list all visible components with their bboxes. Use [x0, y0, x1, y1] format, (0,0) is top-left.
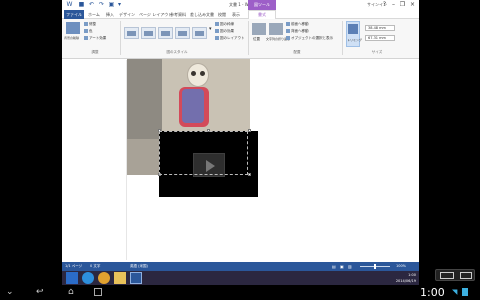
touch-mode-icon[interactable]: ▣ [108, 1, 115, 8]
recent-apps-icon[interactable] [94, 288, 102, 296]
remove-background-icon[interactable] [66, 22, 80, 34]
hide-icon[interactable]: ⌄ [6, 287, 20, 297]
group-divider [248, 21, 249, 55]
bring-forward-button[interactable]: 前面へ移動 [286, 22, 309, 27]
height-field[interactable]: 38.48 mm [365, 25, 395, 31]
remove-background-button[interactable]: 背景の削除 [64, 36, 79, 41]
resize-handle[interactable] [248, 173, 251, 176]
wifi-icon: ◥ [452, 288, 458, 296]
selection-outline [159, 131, 248, 175]
border-icon [215, 22, 219, 26]
context-group-label: 図ツール [248, 0, 276, 10]
corrections-icon [84, 22, 88, 26]
read-mode-icon[interactable]: ▤ [332, 262, 336, 271]
minimize-button[interactable]: – [389, 1, 398, 9]
save-icon[interactable]: ■ [78, 1, 85, 8]
style-thumb[interactable] [175, 27, 190, 39]
back-icon[interactable]: ↩ [36, 287, 52, 297]
style-thumb[interactable] [124, 27, 139, 39]
tab-design[interactable]: デザイン [119, 10, 135, 19]
print-layout-icon[interactable]: ▣ [340, 262, 344, 271]
color-button[interactable]: 色 [84, 29, 93, 34]
zoom-level[interactable]: 100% [396, 262, 406, 271]
crop-icon [348, 24, 358, 34]
position-button[interactable]: 位置 [253, 37, 260, 42]
send-backward-button[interactable]: 背面へ移動 [286, 29, 309, 34]
tab-format[interactable]: 書式 [248, 10, 276, 19]
style-thumb[interactable] [192, 27, 207, 39]
tab-page-layout[interactable]: ページ レイアウト [139, 10, 172, 19]
skull-eye [200, 71, 205, 76]
position-icon[interactable] [252, 23, 266, 35]
crop-label: トリミング [347, 38, 363, 42]
picture-border-button[interactable]: 図の枠線 [215, 22, 234, 27]
word-logo-icon: W [66, 1, 73, 8]
language-indicator[interactable]: 英語 (米国) [130, 262, 148, 271]
explorer-icon[interactable] [114, 272, 126, 284]
tray-date: 2014/06/19 [395, 279, 416, 283]
tab-home[interactable]: ホーム [88, 10, 100, 19]
tab-review[interactable]: 校閲 [218, 10, 226, 19]
restore-button[interactable]: ❐ [398, 1, 407, 9]
tab-references[interactable]: 参考資料 [170, 10, 186, 19]
bezel-left [0, 0, 62, 285]
color-icon [84, 29, 88, 33]
resize-handle[interactable] [248, 129, 251, 132]
group-label-adjust: 調整 [91, 50, 99, 54]
bezel-right [419, 0, 480, 285]
close-button[interactable]: × [408, 1, 417, 9]
tray-clock[interactable]: 1:00 2014/06/19 [392, 272, 416, 284]
chrome-icon[interactable] [98, 272, 110, 284]
group-label-size: サイズ [371, 50, 383, 54]
style-thumb[interactable] [158, 27, 173, 39]
zoom-thumb[interactable] [374, 264, 376, 269]
selection-pane-icon [286, 36, 290, 40]
skull-eye [191, 71, 196, 76]
keyboard-icon [460, 272, 472, 279]
android-clock: 1:00 [420, 286, 445, 299]
tab-bar [62, 10, 419, 19]
group-divider [342, 21, 343, 55]
picture-effects-button[interactable]: 図の効果 [215, 29, 234, 34]
styles-more-icon[interactable]: ▾ [209, 27, 212, 32]
page-count[interactable]: 1/1 ページ [65, 262, 82, 271]
keyboard-icon [440, 272, 454, 279]
effects-icon [215, 29, 219, 33]
help-icon[interactable]: ? [380, 1, 389, 9]
start-icon[interactable] [66, 272, 78, 284]
battery-icon [462, 288, 468, 296]
group-label-arrange: 配置 [293, 50, 301, 54]
word-count[interactable]: 0 文字 [90, 262, 100, 271]
ribcage-model [182, 89, 204, 123]
style-thumb[interactable] [141, 27, 156, 39]
picture-layout-button[interactable]: 図のレイアウト [215, 36, 245, 41]
tab-insert[interactable]: 挿入 [106, 10, 114, 19]
home-icon[interactable]: ⌂ [68, 287, 82, 297]
artistic-effects-button[interactable]: アート効果 [84, 36, 106, 41]
tab-mailings[interactable]: 差し込み文書 [190, 10, 214, 19]
skull-model [187, 63, 209, 87]
keyboard-toggle[interactable] [435, 269, 475, 281]
customize-qat-icon[interactable]: ▾ [116, 1, 123, 8]
corrections-button[interactable]: 修整 [84, 22, 96, 27]
tab-file[interactable]: ファイル [64, 10, 84, 19]
bring-forward-icon [286, 22, 290, 26]
word-taskbar-icon[interactable] [130, 272, 142, 284]
undo-icon[interactable]: ↶ [88, 1, 95, 8]
redo-icon[interactable]: ↷ [98, 1, 105, 8]
group-label-styles: 図のスタイル [166, 50, 188, 54]
send-backward-icon [286, 29, 290, 33]
web-layout-icon[interactable]: ▥ [348, 262, 352, 271]
selection-pane-button[interactable]: オブジェクトの選択と表示 [286, 36, 333, 41]
artistic-effects-icon [84, 36, 88, 40]
ie-icon[interactable] [82, 272, 94, 284]
group-divider [120, 21, 121, 55]
word-window: W ■ ↶ ↷ ▣ ▾ 文書 1 - Word 図ツール サインイン ? – ❐… [62, 0, 419, 285]
tab-view[interactable]: 表示 [232, 10, 240, 19]
width-field[interactable]: 67.31 mm [365, 35, 395, 41]
window-title: 文書 1 - Word [228, 2, 256, 7]
wrap-text-icon[interactable] [269, 23, 283, 35]
layout-icon [215, 36, 219, 40]
